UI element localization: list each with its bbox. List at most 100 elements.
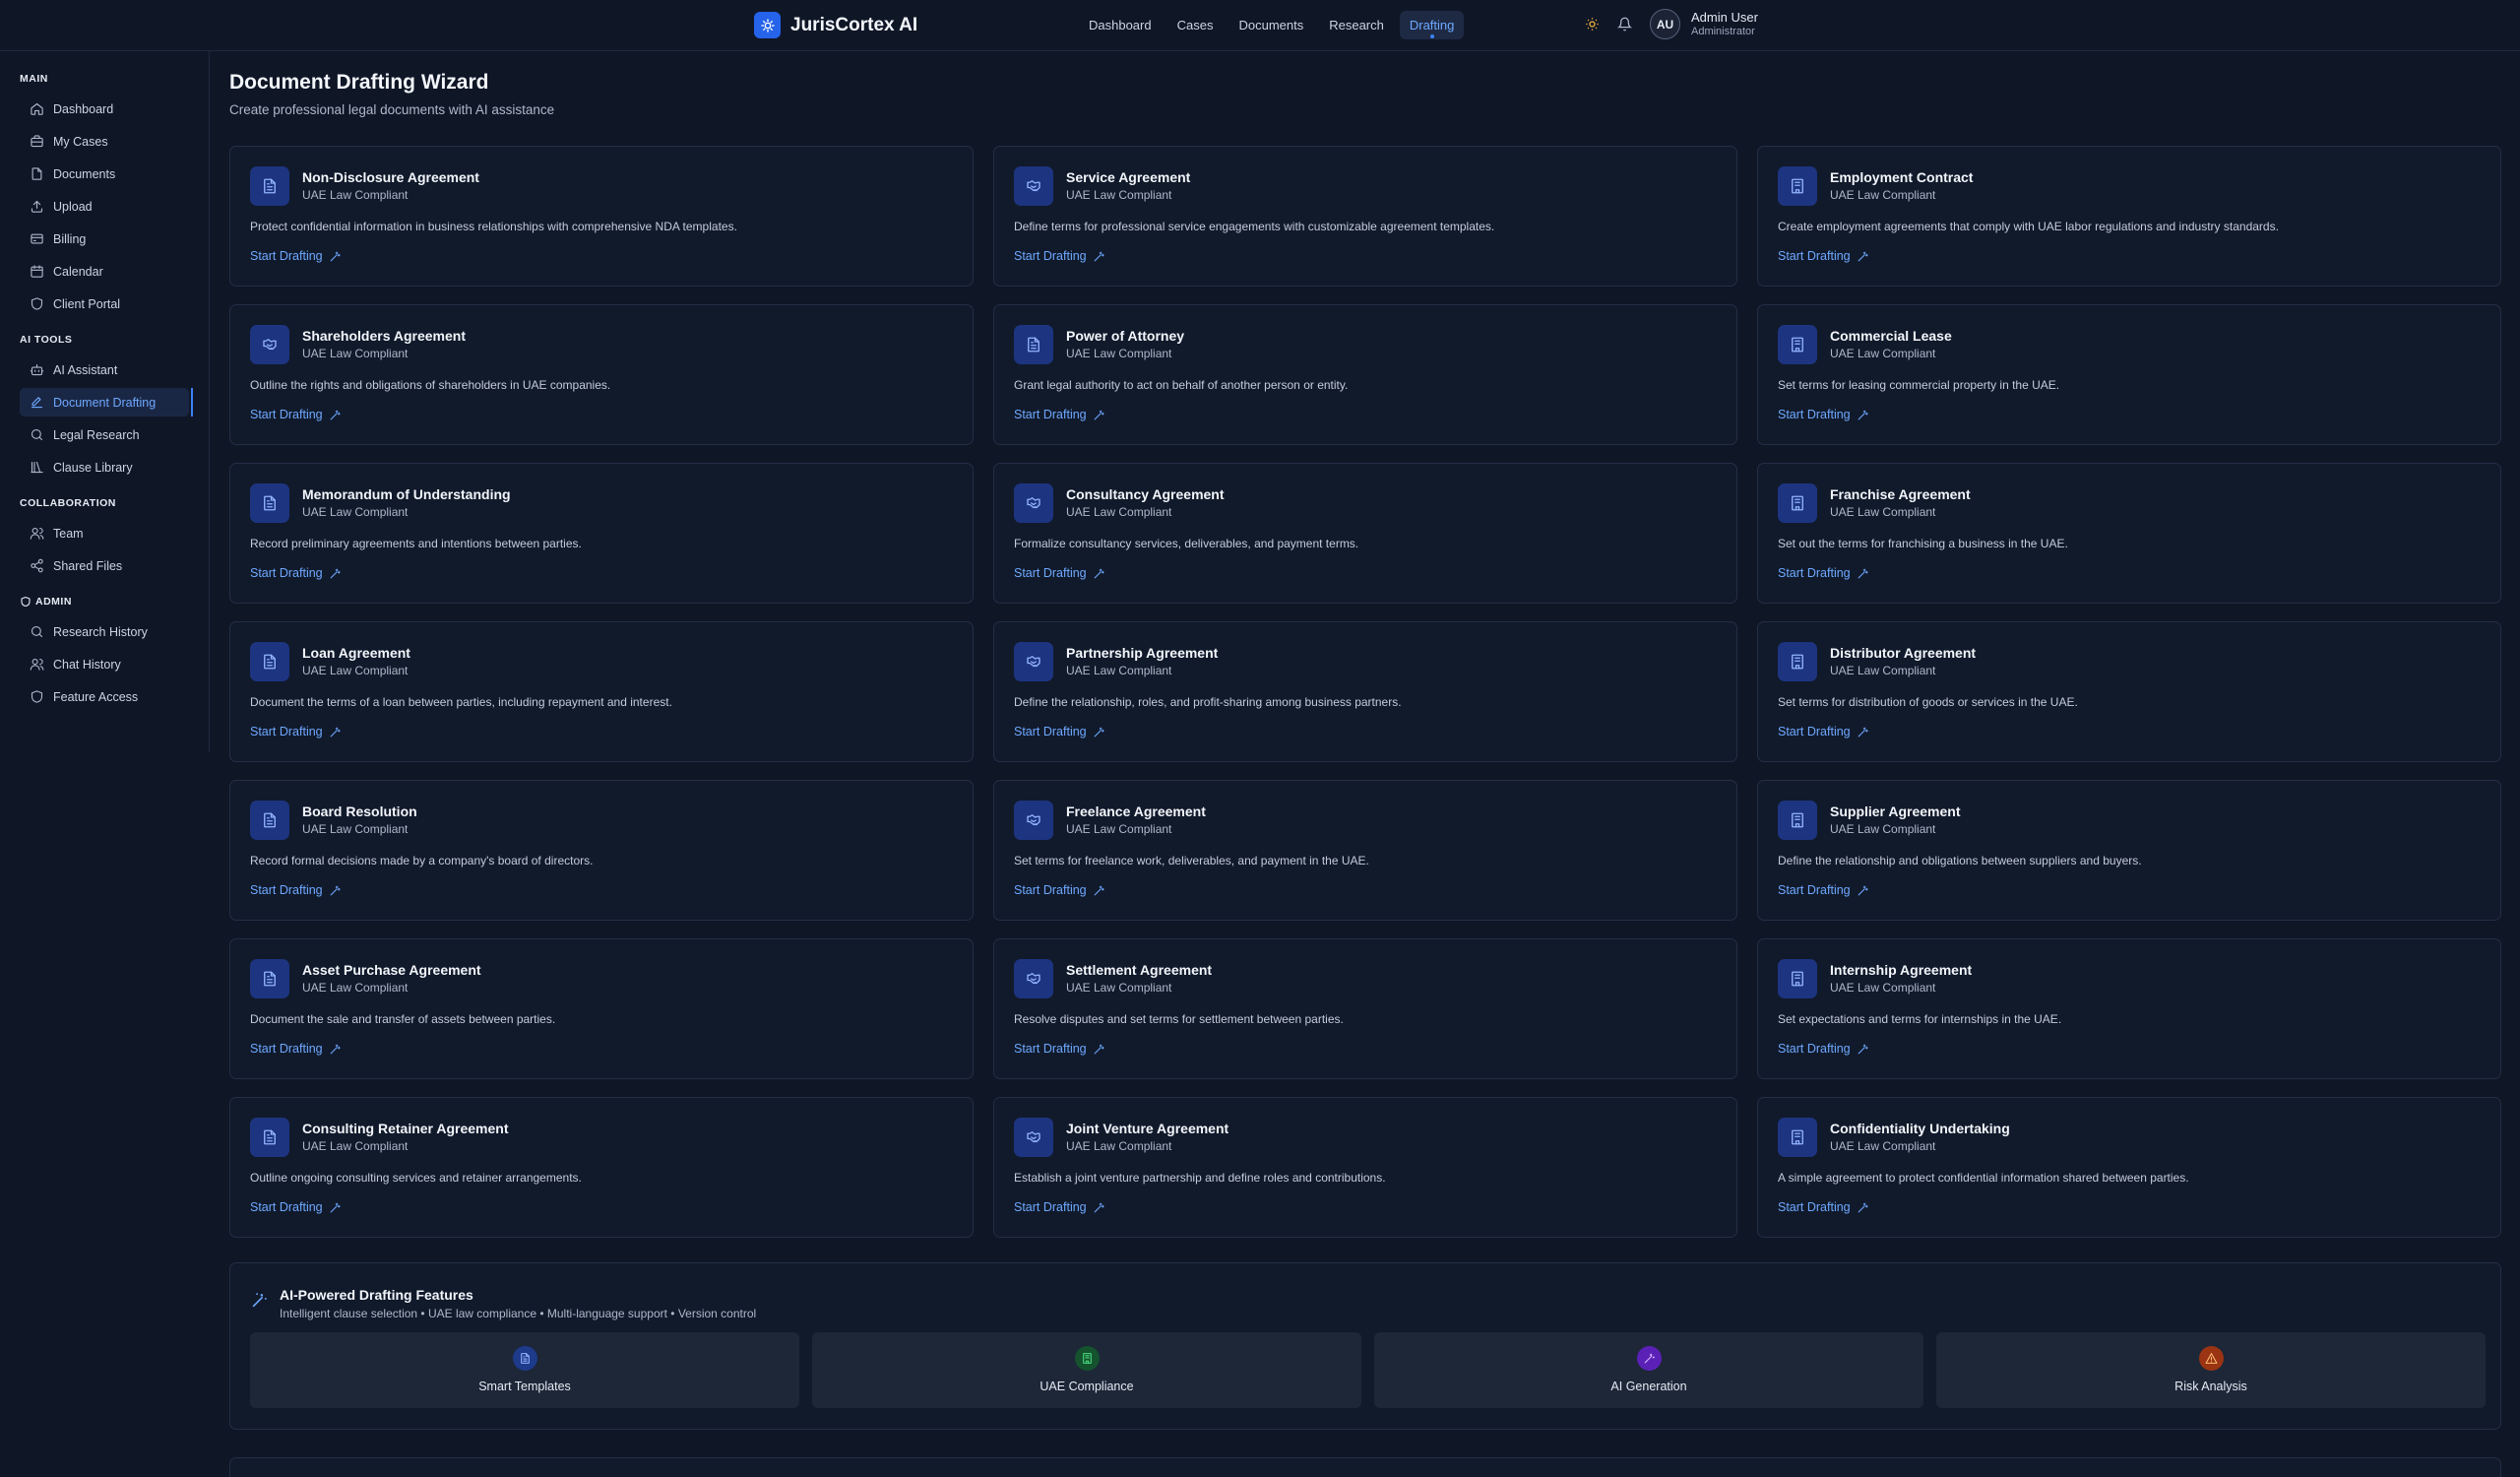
user-avatar[interactable]: AU: [1650, 9, 1680, 39]
start-drafting-label: Start Drafting: [1778, 883, 1851, 897]
start-drafting-label: Start Drafting: [250, 408, 323, 421]
sidebar-item-billing[interactable]: Billing: [20, 225, 189, 253]
template-card[interactable]: Internship Agreement UAE Law Compliant Set…: [1757, 938, 2501, 1079]
start-drafting-link[interactable]: Start Drafting: [250, 249, 342, 263]
start-drafting-link[interactable]: Start Drafting: [250, 883, 342, 897]
template-card[interactable]: Settlement Agreement UAE Law Compliant Res…: [993, 938, 1737, 1079]
sidebar-item-team[interactable]: Team: [20, 519, 189, 547]
start-drafting-link[interactable]: Start Drafting: [1778, 725, 1869, 738]
card-title: Employment Contract: [1830, 169, 1974, 185]
sidebar-item-label: Document Drafting: [53, 395, 157, 410]
file-icon: [30, 166, 53, 181]
user-info[interactable]: Admin User Administrator: [1691, 10, 1758, 38]
calendar-icon: [30, 264, 53, 279]
start-drafting-link[interactable]: Start Drafting: [1014, 249, 1105, 263]
sidebar-item-chat-history[interactable]: Chat History: [20, 650, 189, 678]
template-card[interactable]: Asset Purchase Agreement UAE Law Complian…: [229, 938, 974, 1079]
card-description: Define terms for professional service en…: [1014, 220, 1495, 233]
top-nav-drafting[interactable]: Drafting: [1399, 11, 1465, 39]
template-card[interactable]: Non-Disclosure Agreement UAE Law Complian…: [229, 146, 974, 287]
sidebar-item-dashboard[interactable]: Dashboard: [20, 95, 189, 123]
top-nav-research[interactable]: Research: [1319, 11, 1394, 39]
card-title: Commercial Lease: [1830, 328, 1952, 344]
card-compliance-tag: UAE Law Compliant: [302, 505, 409, 519]
top-nav-cases[interactable]: Cases: [1167, 11, 1224, 39]
start-drafting-label: Start Drafting: [1778, 1042, 1851, 1056]
start-drafting-label: Start Drafting: [1778, 408, 1851, 421]
sidebar-item-document-drafting[interactable]: Document Drafting: [20, 388, 193, 417]
sidebar-item-clause-library[interactable]: Clause Library: [20, 453, 189, 482]
sidebar-item-legal-research[interactable]: Legal Research: [20, 420, 189, 449]
card-title: Settlement Agreement: [1066, 962, 1213, 978]
sidebar-item-research-history[interactable]: Research History: [20, 617, 189, 646]
template-card[interactable]: Service Agreement UAE Law Compliant Define…: [993, 146, 1737, 287]
start-drafting-link[interactable]: Start Drafting: [1014, 725, 1105, 738]
start-drafting-link[interactable]: Start Drafting: [250, 566, 342, 580]
template-card[interactable]: Franchise Agreement UAE Law Compliant Set …: [1757, 463, 2501, 604]
top-nav-documents[interactable]: Documents: [1228, 11, 1313, 39]
template-card[interactable]: Loan Agreement UAE Law Compliant Document …: [229, 621, 974, 762]
sidebar-section-admin: ADMIN Research History Chat History Feature…: [0, 592, 209, 711]
start-drafting-link[interactable]: Start Drafting: [1014, 1042, 1105, 1056]
sidebar-item-feature-access[interactable]: Feature Access: [20, 682, 189, 711]
start-drafting-link[interactable]: Start Drafting: [1014, 408, 1105, 421]
card-compliance-tag: UAE Law Compliant: [302, 822, 409, 836]
start-drafting-link[interactable]: Start Drafting: [1014, 566, 1105, 580]
sidebar-item-client-portal[interactable]: Client Portal: [20, 289, 189, 318]
start-drafting-link[interactable]: Start Drafting: [1778, 883, 1869, 897]
sidebar-item-documents[interactable]: Documents: [20, 160, 189, 188]
template-card[interactable]: Employment Contract UAE Law Compliant Crea…: [1757, 146, 2501, 287]
template-card[interactable]: Freelance Agreement UAE Law Compliant Set …: [993, 780, 1737, 921]
top-nav-dashboard[interactable]: Dashboard: [1079, 11, 1162, 39]
sidebar-heading-label: MAIN: [20, 73, 48, 85]
start-drafting-link[interactable]: Start Drafting: [250, 408, 342, 421]
feature-tile-label: Smart Templates: [478, 1380, 571, 1393]
file-text-icon: [250, 1118, 289, 1157]
card-title: Service Agreement: [1066, 169, 1191, 185]
sidebar-item-upload[interactable]: Upload: [20, 192, 189, 221]
template-card[interactable]: Commercial Lease UAE Law Compliant Set ter…: [1757, 304, 2501, 445]
brand[interactable]: JurisCortex AI: [754, 12, 917, 38]
sidebar-item-my-cases[interactable]: My Cases: [20, 127, 189, 156]
card-title: Asset Purchase Agreement: [302, 962, 481, 978]
pen-sparkle-icon: [323, 884, 342, 897]
template-card[interactable]: Consultancy Agreement UAE Law Compliant Fo…: [993, 463, 1737, 604]
template-card[interactable]: Partnership Agreement UAE Law Compliant De…: [993, 621, 1737, 762]
sidebar-item-shared-files[interactable]: Shared Files: [20, 551, 189, 580]
template-card[interactable]: Confidentiality Undertaking UAE Law Compl…: [1757, 1097, 2501, 1238]
template-card[interactable]: Consulting Retainer Agreement UAE Law Com…: [229, 1097, 974, 1238]
header-actions: AU Admin User Administrator: [1581, 9, 1758, 39]
template-card[interactable]: Power of Attorney UAE Law Compliant Grant …: [993, 304, 1737, 445]
theme-toggle-sun-icon[interactable]: [1581, 14, 1603, 35]
start-drafting-link[interactable]: Start Drafting: [1014, 883, 1105, 897]
brand-name: JurisCortex AI: [790, 14, 918, 35]
template-card[interactable]: Supplier Agreement UAE Law Compliant Defin…: [1757, 780, 2501, 921]
card-title: Power of Attorney: [1066, 328, 1185, 344]
sidebar-item-label: Upload: [53, 199, 93, 214]
start-drafting-link[interactable]: Start Drafting: [1778, 1042, 1869, 1056]
start-drafting-label: Start Drafting: [1014, 1042, 1087, 1056]
notifications-bell-icon[interactable]: [1613, 14, 1635, 35]
card-compliance-tag: UAE Law Compliant: [302, 1139, 409, 1153]
file-text-icon: [250, 642, 289, 681]
pen-sparkle-icon: [1851, 567, 1869, 580]
template-card[interactable]: Memorandum of Understanding UAE Law Compl…: [229, 463, 974, 604]
start-drafting-label: Start Drafting: [1014, 566, 1087, 580]
sidebar-item-label: Team: [53, 526, 84, 541]
card-description: Protect confidential information in busi…: [250, 220, 737, 233]
template-card[interactable]: Board Resolution UAE Law Compliant Record …: [229, 780, 974, 921]
sidebar-item-label: Calendar: [53, 264, 103, 279]
start-drafting-link[interactable]: Start Drafting: [1778, 249, 1869, 263]
start-drafting-link[interactable]: Start Drafting: [1778, 408, 1869, 421]
template-card[interactable]: Shareholders Agreement UAE Law Compliant O…: [229, 304, 974, 445]
sidebar-item-calendar[interactable]: Calendar: [20, 257, 189, 286]
start-drafting-link[interactable]: Start Drafting: [1014, 1200, 1105, 1214]
sidebar-item-ai-assistant[interactable]: AI Assistant: [20, 355, 189, 384]
start-drafting-link[interactable]: Start Drafting: [250, 1200, 342, 1214]
start-drafting-link[interactable]: Start Drafting: [250, 725, 342, 738]
template-card[interactable]: Distributor Agreement UAE Law Compliant Se…: [1757, 621, 2501, 762]
start-drafting-link[interactable]: Start Drafting: [1778, 566, 1869, 580]
start-drafting-link[interactable]: Start Drafting: [250, 1042, 342, 1056]
start-drafting-link[interactable]: Start Drafting: [1778, 1200, 1869, 1214]
template-card[interactable]: Joint Venture Agreement UAE Law Compliant…: [993, 1097, 1737, 1238]
